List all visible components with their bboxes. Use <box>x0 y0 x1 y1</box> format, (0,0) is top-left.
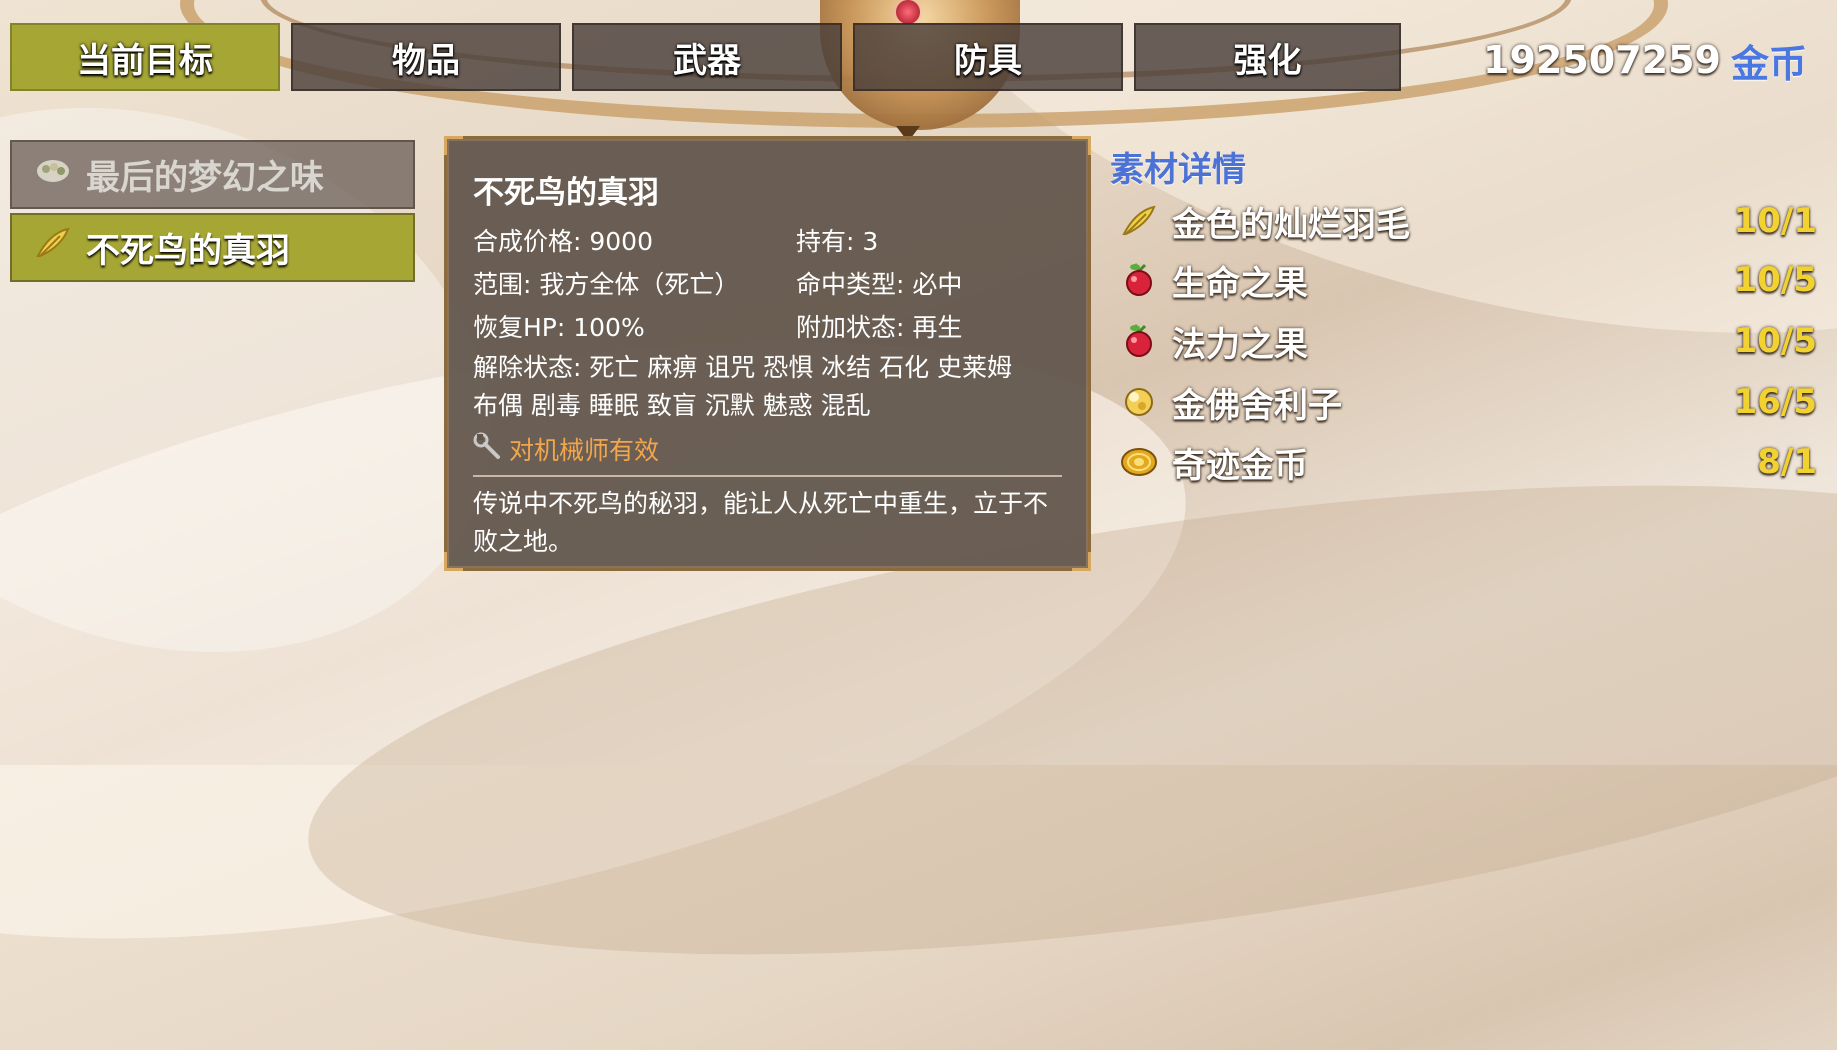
effect-scope: 范围: 我方全体（死亡） <box>473 269 740 299</box>
material-count: 10/5 <box>1733 321 1817 361</box>
recipe-label: 最后的梦幻之味 <box>86 158 324 198</box>
clear-states-line: 解除状态: 死亡 麻痹 诅咒 恐惧 冰结 石化 史莱姆 <box>473 353 1013 382</box>
synthesis-price: 合成价格: 9000 <box>473 226 653 256</box>
material-name: 金佛舍利子 <box>1172 385 1342 426</box>
divider <box>473 475 1062 477</box>
material-count: 16/5 <box>1733 382 1817 422</box>
gold-orb-icon <box>1120 383 1158 421</box>
clear-states-line: 布偶 剧毒 睡眠 致盲 沉默 魅惑 混乱 <box>473 391 871 420</box>
material-count: 10/5 <box>1733 260 1817 300</box>
material-row: 法力之果 10/5 <box>1120 313 1817 369</box>
material-name: 奇迹金币 <box>1172 445 1308 486</box>
gold-unit: 金币 <box>1730 41 1807 86</box>
material-row: 金色的灿烂羽毛 10/1 <box>1120 193 1817 249</box>
gold-amount: 192507259 <box>1483 38 1721 82</box>
material-count: 10/1 <box>1733 201 1817 241</box>
gold-coin-icon <box>1120 443 1158 481</box>
item-title: 不死鸟的真羽 <box>473 175 659 211</box>
panel-corner <box>1072 552 1091 571</box>
materials-header: 素材详情 <box>1110 150 1246 190</box>
panel-corner <box>444 136 463 155</box>
material-name: 生命之果 <box>1172 263 1308 304</box>
bowl-icon <box>34 155 72 195</box>
recover-hp: 恢复HP: 100% <box>473 312 645 342</box>
item-detail-panel: 不死鸟的真羽 合成价格: 9000 持有: 3 范围: 我方全体（死亡） 命中类… <box>444 136 1091 571</box>
tab-weapons[interactable]: 武器 <box>572 23 842 91</box>
red-fruit-icon <box>1120 322 1158 360</box>
tab-items[interactable]: 物品 <box>291 23 561 91</box>
wrench-icon <box>473 432 501 466</box>
panel-corner <box>1072 136 1091 155</box>
material-row: 生命之果 10/5 <box>1120 252 1817 308</box>
feather-icon <box>34 226 72 269</box>
panel-corner <box>444 552 463 571</box>
recipe-item-last-dream-taste[interactable]: 最后的梦幻之味 <box>10 140 415 209</box>
recipe-item-phoenix-feather[interactable]: 不死鸟的真羽 <box>10 213 415 282</box>
hit-type: 命中类型: 必中 <box>796 269 963 299</box>
add-state: 附加状态: 再生 <box>796 312 963 342</box>
tab-enhance[interactable]: 强化 <box>1134 23 1401 91</box>
material-row: 金佛舍利子 16/5 <box>1120 374 1817 430</box>
material-name: 法力之果 <box>1172 324 1308 365</box>
tab-armor[interactable]: 防具 <box>853 23 1123 91</box>
mechanic-note: 对机械师有效 <box>473 429 1062 469</box>
owned-count: 持有: 3 <box>796 226 879 256</box>
red-fruit-icon <box>1120 261 1158 299</box>
gold-feather-icon <box>1120 202 1158 240</box>
item-description: 传说中不死鸟的秘羽，能让人从死亡中重生，立于不败之地。 <box>473 489 1049 556</box>
material-count: 8/1 <box>1757 442 1817 482</box>
tab-current-target[interactable]: 当前目标 <box>10 23 280 91</box>
clear-states: 解除状态: 死亡 麻痹 诅咒 恐惧 冰结 石化 史莱姆 布偶 剧毒 睡眠 致盲 … <box>473 349 1062 425</box>
recipe-label: 不死鸟的真羽 <box>86 231 290 271</box>
gem-icon <box>896 0 920 24</box>
mechanic-note-text: 对机械师有效 <box>509 436 660 465</box>
material-name: 金色的灿烂羽毛 <box>1172 204 1410 245</box>
material-row: 奇迹金币 8/1 <box>1120 434 1817 490</box>
gold-readout: 192507259 金币 <box>1483 30 1807 90</box>
